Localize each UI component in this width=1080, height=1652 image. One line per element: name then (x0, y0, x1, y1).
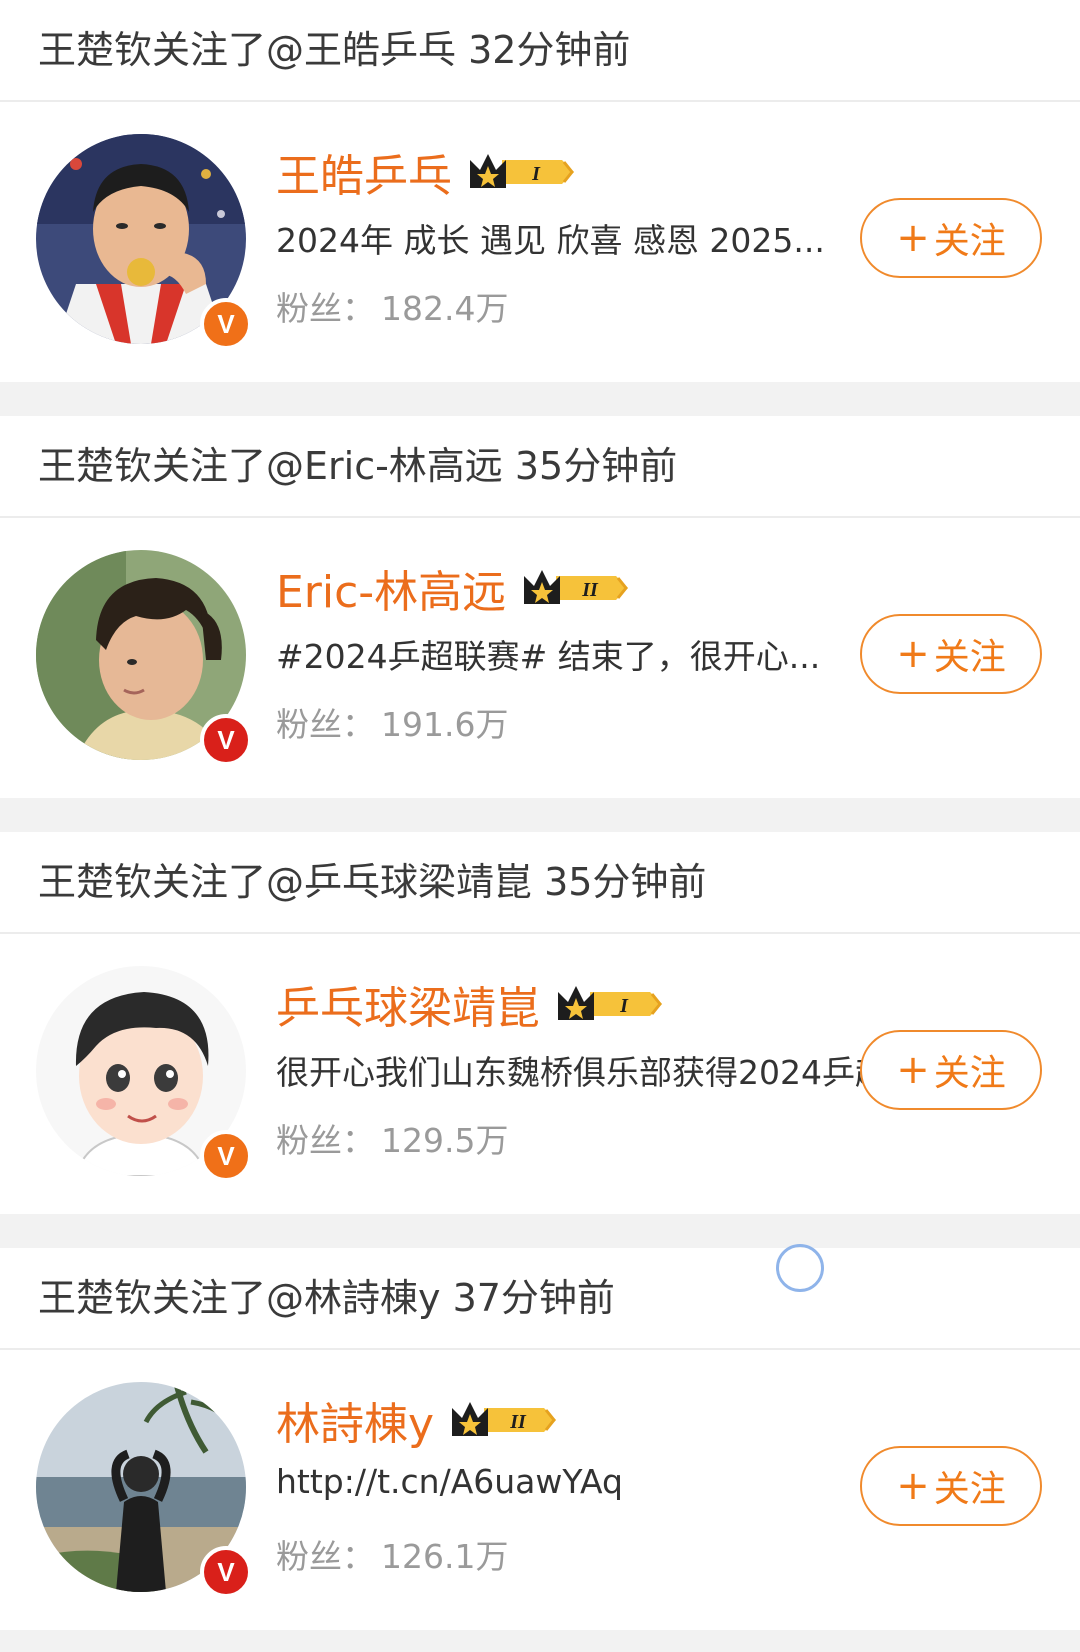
follow-label: 关注 (933, 637, 1006, 678)
crown-level-text: II (581, 579, 599, 601)
crown-level-text: I (619, 995, 629, 1017)
crown-level-text: I (531, 163, 541, 185)
name-row: 王皓乒乓 I (276, 144, 578, 202)
follow-button[interactable]: + 关注 (860, 1446, 1042, 1526)
crown-level-icon: II (452, 1402, 557, 1436)
follow-notice[interactable]: 王楚钦关注了@乒乓球梁靖崑 35分钟前 (0, 832, 1080, 934)
touch-indicator-icon (776, 1244, 824, 1292)
follow-button[interactable]: + 关注 (860, 198, 1042, 278)
fans-number: 129.5万 (381, 1121, 509, 1160)
user-card[interactable]: V 乒乓球梁靖崑 I 很开心我们山东魏桥俱乐部获得2024乒超联赛... 粉丝：… (0, 934, 1080, 1214)
crown-level-icon: II (524, 570, 629, 604)
crown-level-text: II (509, 1411, 527, 1433)
follow-notice[interactable]: 王楚钦关注了@林詩棟y 37分钟前 (0, 1248, 1080, 1350)
plus-icon: + (896, 1463, 930, 1509)
follow-button[interactable]: + 关注 (860, 614, 1042, 694)
verified-badge-icon: V (200, 1130, 252, 1182)
follow-button[interactable]: + 关注 (860, 1030, 1042, 1110)
name-row: 林詩棟y II (276, 1392, 560, 1450)
follow-activity-item: 王楚钦关注了@乒乓球梁靖崑 35分钟前 V 乒乓球梁靖崑 I 很开心我们山东魏桥… (0, 832, 1080, 1214)
fans-number: 126.1万 (381, 1537, 509, 1576)
name-row: Eric-林高远 II (276, 560, 632, 618)
follow-activity-item: 王楚钦关注了@Eric-林高远 35分钟前 V Eric-林高远 II #202… (0, 416, 1080, 798)
follow-notice[interactable]: 王楚钦关注了@Eric-林高远 35分钟前 (0, 416, 1080, 518)
follow-activity-feed: 王楚钦关注了@王皓乒乓 32分钟前 V 王皓乒乓 I 2024年 成长 遇见 欣… (0, 0, 1080, 1630)
user-description: 2024年 成长 遇见 欣喜 感恩 2025... (276, 221, 825, 260)
fans-count: 粉丝： 191.6万 (276, 698, 508, 746)
user-card[interactable]: V Eric-林高远 II #2024乒超联赛# 结束了，很开心... 粉丝： 1… (0, 518, 1080, 798)
user-description: #2024乒超联赛# 结束了，很开心... (276, 637, 821, 676)
fans-number: 191.6万 (381, 705, 509, 744)
plus-icon: + (896, 631, 930, 677)
user-name[interactable]: 乒乓球梁靖崑 (276, 972, 540, 1036)
user-name[interactable]: 王皓乒乓 (276, 140, 452, 204)
plus-icon: + (896, 215, 930, 261)
user-description[interactable]: http://t.cn/A6uawYAq (276, 1462, 623, 1501)
fans-number: 182.4万 (381, 289, 509, 328)
fans-label: 粉丝： (276, 1121, 375, 1160)
crown-level-icon: I (558, 986, 662, 1020)
fans-label: 粉丝： (276, 289, 375, 328)
verified-badge-icon: V (200, 1546, 252, 1598)
verified-badge-icon: V (200, 714, 252, 766)
follow-label: 关注 (933, 1053, 1006, 1094)
user-card[interactable]: V 王皓乒乓 I 2024年 成长 遇见 欣喜 感恩 2025... 粉丝： 18… (0, 102, 1080, 382)
fans-label: 粉丝： (276, 1537, 375, 1576)
verified-badge-icon: V (200, 298, 252, 350)
follow-label: 关注 (933, 1469, 1006, 1510)
fans-label: 粉丝： (276, 705, 375, 744)
fans-count: 粉丝： 129.5万 (276, 1114, 508, 1162)
plus-icon: + (896, 1047, 930, 1093)
user-card[interactable]: V 林詩棟y II http://t.cn/A6uawYAq 粉丝： 126.1万… (0, 1350, 1080, 1630)
name-row: 乒乓球梁靖崑 I (276, 976, 666, 1034)
follow-label: 关注 (933, 221, 1006, 262)
follow-activity-item: 王楚钦关注了@王皓乒乓 32分钟前 V 王皓乒乓 I 2024年 成长 遇见 欣… (0, 0, 1080, 382)
crown-level-icon: I (470, 154, 574, 188)
fans-count: 粉丝： 126.1万 (276, 1530, 508, 1578)
follow-notice[interactable]: 王楚钦关注了@王皓乒乓 32分钟前 (0, 0, 1080, 102)
follow-activity-item: 王楚钦关注了@林詩棟y 37分钟前 V 林詩棟y II http://t.cn/… (0, 1248, 1080, 1630)
user-name[interactable]: 林詩棟y (276, 1388, 434, 1452)
fans-count: 粉丝： 182.4万 (276, 282, 508, 330)
user-name[interactable]: Eric-林高远 (276, 556, 506, 620)
